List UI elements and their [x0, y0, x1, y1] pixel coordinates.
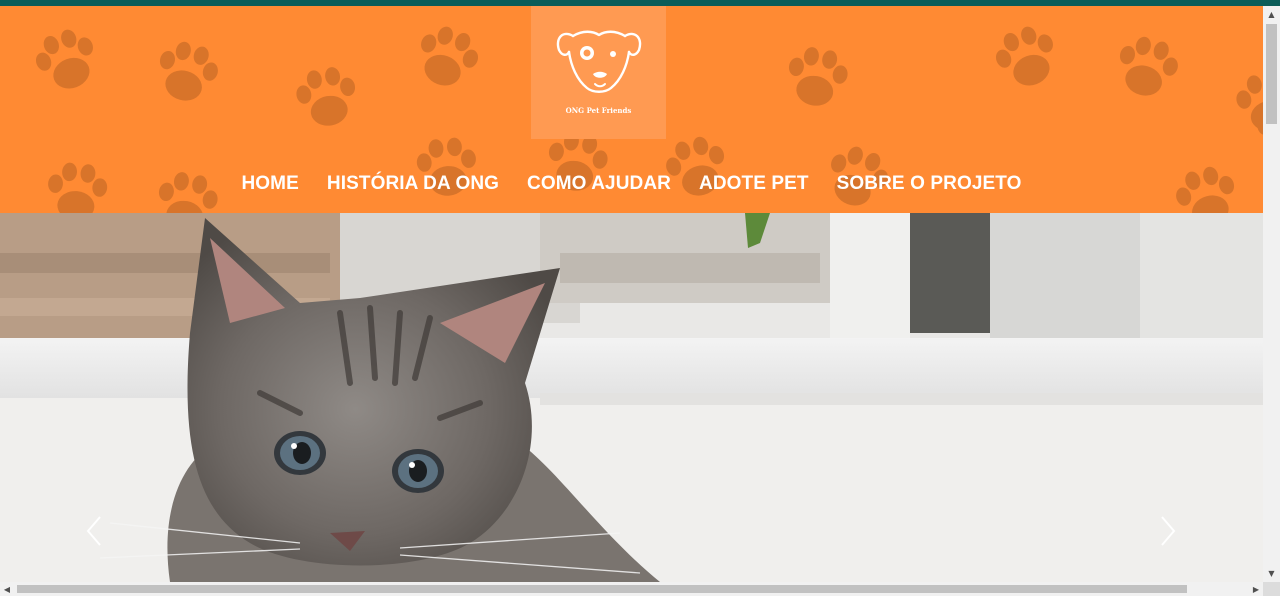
logo-text: ONG Pet Friends [565, 106, 632, 115]
horizontal-scrollbar[interactable]: ◀ ▶ [0, 582, 1263, 596]
nav-adote-pet[interactable]: ADOTE PET [685, 171, 823, 201]
paw-print-icon [1224, 60, 1263, 146]
hero-carousel [0, 213, 1263, 582]
paw-print-icon [400, 11, 495, 106]
paw-print-icon [1250, 96, 1263, 170]
carousel-prev-button[interactable] [82, 513, 106, 549]
chevron-left-icon [86, 516, 101, 546]
paw-print-icon [142, 28, 233, 119]
scroll-left-icon[interactable]: ◀ [0, 582, 14, 596]
vertical-scroll-thumb[interactable] [1266, 24, 1277, 124]
site-header: ONG Pet Friends HOME HISTÓRIA DA ONG COM… [0, 6, 1263, 213]
scroll-right-icon[interactable]: ▶ [1249, 582, 1263, 596]
scrollbar-corner [1263, 582, 1280, 596]
page: ONG Pet Friends HOME HISTÓRIA DA ONG COM… [0, 6, 1263, 582]
kitten-photo [0, 213, 1263, 582]
nav-sobre-o-projeto[interactable]: SOBRE O PROJETO [823, 171, 1036, 201]
nav-home[interactable]: HOME [227, 171, 312, 201]
paw-print-icon [284, 55, 370, 141]
chevron-right-icon [1161, 516, 1176, 546]
paw-print-icon [1102, 23, 1193, 114]
paw-print-icon [774, 35, 860, 121]
horizontal-scroll-thumb[interactable] [17, 585, 1187, 593]
dog-logo-icon [556, 30, 642, 93]
scroll-down-icon[interactable]: ▼ [1263, 565, 1280, 582]
paw-print-icon [980, 11, 1075, 106]
scroll-up-icon[interactable]: ▲ [1263, 6, 1280, 23]
carousel-next-button[interactable] [1156, 513, 1180, 549]
main-nav: HOME HISTÓRIA DA ONG COMO AJUDAR ADOTE P… [0, 171, 1263, 201]
nav-como-ajudar[interactable]: COMO AJUDAR [513, 171, 685, 201]
vertical-scrollbar[interactable]: ▲ ▼ [1263, 6, 1280, 582]
paw-print-icon [20, 14, 115, 109]
nav-historia-da-ong[interactable]: HISTÓRIA DA ONG [313, 171, 513, 201]
site-logo[interactable]: ONG Pet Friends [531, 6, 666, 139]
